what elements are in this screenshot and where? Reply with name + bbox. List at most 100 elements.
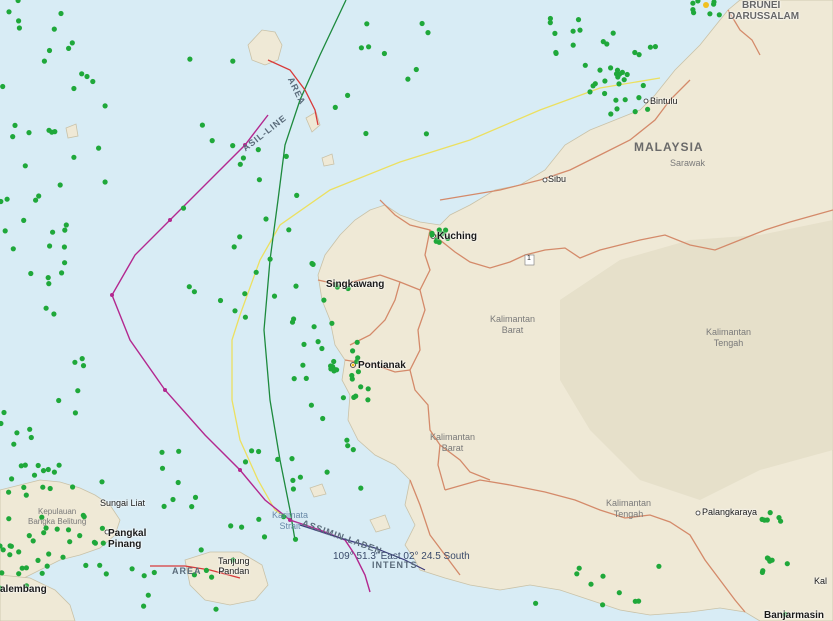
vessel-marker[interactable] [602,90,608,97]
vessel-marker[interactable] [320,415,326,422]
vessel-marker[interactable] [239,524,245,530]
vessel-marker[interactable] [310,261,316,267]
vessel-marker[interactable] [36,193,42,199]
vessel-marker[interactable] [293,283,299,289]
vessel-marker[interactable] [51,311,57,317]
vessel-marker[interactable] [161,503,167,509]
vessel-marker[interactable] [263,216,269,222]
vessel-marker[interactable] [331,358,337,365]
vessel-marker[interactable] [63,222,69,228]
vessel-marker[interactable] [358,384,364,390]
vessel-marker[interactable] [46,551,52,557]
vessel-marker[interactable] [315,339,321,345]
vessel-marker[interactable] [300,362,306,368]
vessel-marker[interactable] [553,49,559,56]
vessel-marker[interactable] [613,97,619,103]
vessel-marker[interactable] [608,111,614,117]
vessel-marker[interactable] [58,10,64,17]
vessel-marker[interactable] [11,441,17,447]
vessel-marker[interactable] [294,192,300,198]
vessel-marker[interactable] [690,0,696,6]
vessel-marker[interactable] [59,270,65,276]
vessel-marker[interactable] [44,563,50,569]
vessel-marker[interactable] [67,539,73,545]
vessel-marker[interactable] [23,565,29,571]
vessel-marker[interactable] [0,83,6,90]
vessel-marker[interactable] [292,536,299,542]
vessel-marker[interactable] [311,324,317,330]
vessel-marker[interactable] [242,459,249,465]
vessel-marker[interactable] [40,484,46,490]
vessel-marker[interactable] [350,348,356,354]
vessel-marker[interactable] [290,486,296,492]
vessel-marker[interactable] [51,26,57,32]
vessel-marker[interactable] [640,82,646,89]
vessel-marker[interactable] [365,397,371,403]
vessel-marker[interactable] [344,437,350,443]
vessel-marker[interactable] [228,523,234,529]
vessel-marker[interactable] [600,602,606,608]
vessel-marker[interactable] [329,320,335,326]
vessel-marker[interactable] [96,145,102,151]
vessel-marker[interactable] [213,606,219,612]
vessel-marker[interactable] [7,552,13,558]
vessel-marker[interactable] [232,308,238,314]
vessel-marker[interactable] [784,561,790,567]
vessel-marker[interactable] [65,527,72,533]
vessel-marker[interactable] [56,397,62,404]
vessel-marker[interactable] [645,106,651,112]
vessel-marker[interactable] [240,155,246,161]
vessel-marker[interactable] [587,89,593,95]
vessel-marker[interactable] [46,281,52,287]
vessel-marker[interactable] [14,430,20,436]
vessel-marker[interactable] [100,540,106,546]
vessel-marker[interactable] [324,469,330,475]
vessel-marker[interactable] [332,104,338,110]
vessel-marker[interactable] [84,73,90,80]
vessel-marker[interactable] [35,462,41,469]
vessel-marker[interactable] [253,269,259,275]
vessel-marker[interactable] [759,569,766,576]
vessel-marker[interactable] [79,356,85,362]
vessel-marker[interactable] [83,562,89,569]
vessel-marker[interactable] [608,65,614,71]
vessel-marker[interactable] [23,492,29,498]
vessel-marker[interactable] [26,130,32,136]
vessel-marker[interactable] [716,12,722,18]
vessel-marker[interactable] [255,147,261,153]
vessel-marker[interactable] [141,573,147,579]
vessel-marker[interactable] [72,410,78,416]
vessel-marker[interactable] [332,367,338,373]
vessel-marker[interactable] [574,571,580,577]
vessel-marker[interactable] [186,284,192,290]
vessel-marker[interactable] [570,28,576,34]
vessel-marker[interactable] [577,27,583,33]
vessel-marker[interactable] [301,341,307,347]
vessel-marker[interactable] [345,92,351,98]
vessel-marker[interactable] [576,565,582,571]
vessel-marker[interactable] [103,571,109,577]
vessel-marker[interactable] [26,533,32,539]
vessel-marker[interactable] [249,448,255,454]
vessel-marker[interactable] [614,67,621,73]
vessel-marker[interactable] [345,443,351,449]
vessel-marker[interactable] [209,138,215,144]
vessel-marker[interactable] [632,109,638,115]
vessel-marker[interactable] [12,122,18,128]
vessel-marker[interactable] [597,67,603,73]
vessel-marker[interactable] [290,477,296,483]
vessel-marker[interactable] [366,44,372,50]
vessel-marker[interactable] [71,85,77,92]
vessel-marker[interactable] [616,590,622,596]
vessel-marker[interactable] [191,289,197,295]
vessel-marker[interactable] [21,484,27,490]
vessel-marker[interactable] [141,603,147,609]
vessel-marker[interactable] [6,489,12,495]
vessel-marker[interactable] [180,205,187,211]
vessel-marker[interactable] [413,66,419,73]
vessel-marker[interactable] [33,197,39,203]
vessel-marker[interactable] [47,243,53,249]
vessel-marker[interactable] [230,143,236,149]
vessel-marker[interactable] [75,388,81,394]
vessel-marker[interactable] [27,426,33,432]
